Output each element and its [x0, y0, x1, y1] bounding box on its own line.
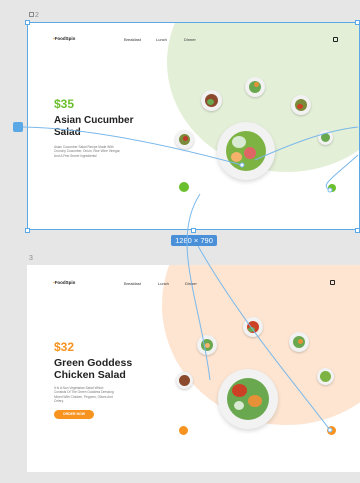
wire-anchor-3 — [327, 427, 333, 433]
wire-anchor-1 — [239, 162, 245, 168]
connection-wire-right — [254, 126, 359, 161]
prototype-connections — [22, 126, 359, 433]
wire-anchor-2 — [327, 187, 333, 193]
connection-wire-left — [22, 126, 243, 166]
connection-wire-bottom — [325, 154, 359, 191]
connection-wire-down — [186, 193, 211, 381]
connection-wire-lower — [197, 245, 331, 431]
